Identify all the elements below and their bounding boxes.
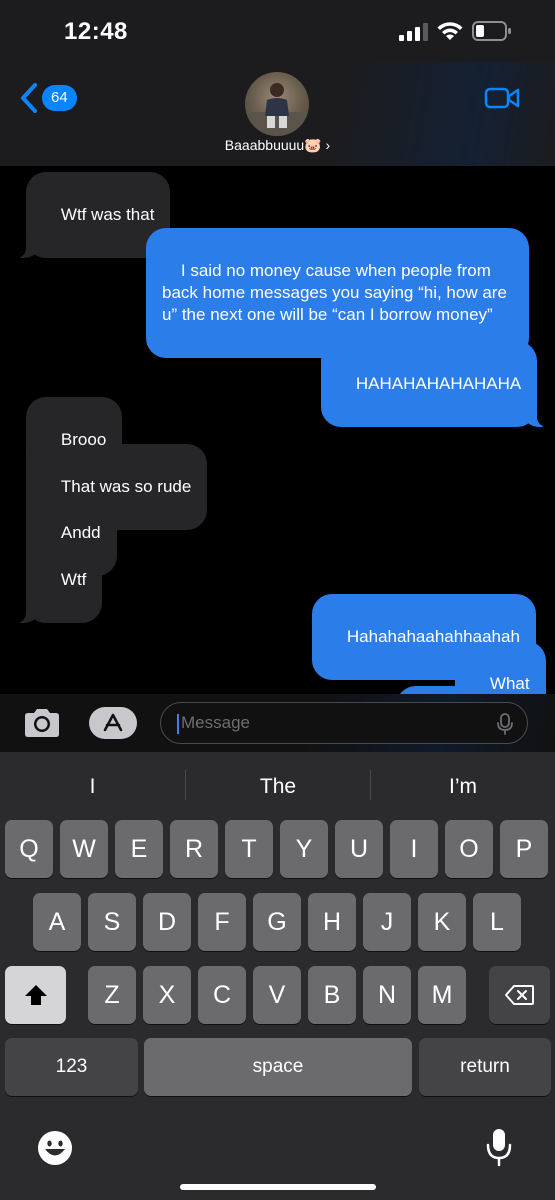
message-text: Brooo xyxy=(60,430,107,449)
backspace-icon xyxy=(504,985,534,1005)
space-key[interactable]: space xyxy=(144,1038,412,1096)
message-input[interactable]: Message xyxy=(160,702,528,744)
key-z[interactable]: Z xyxy=(88,966,136,1024)
key-q[interactable]: Q xyxy=(5,820,53,878)
app-store-button[interactable] xyxy=(89,707,137,739)
key-h[interactable]: H xyxy=(308,893,356,951)
key-d[interactable]: D xyxy=(143,893,191,951)
backspace-key[interactable] xyxy=(489,966,550,1024)
key-k[interactable]: K xyxy=(418,893,466,951)
key-b[interactable]: B xyxy=(308,966,356,1024)
key-r[interactable]: R xyxy=(170,820,218,878)
message-text: I said no money cause when people from b… xyxy=(162,261,512,324)
contact-avatar[interactable] xyxy=(245,72,309,136)
unread-count-badge: 64 xyxy=(42,85,77,111)
key-u[interactable]: U xyxy=(335,820,383,878)
message-thread[interactable]: Wtf was that I said no money cause when … xyxy=(0,166,555,694)
key-v[interactable]: V xyxy=(253,966,301,1024)
camera-icon[interactable] xyxy=(22,708,62,738)
cellular-signal-icon xyxy=(399,23,428,41)
key-m[interactable]: M xyxy=(418,966,466,1024)
message-text: Wtf xyxy=(60,570,87,589)
key-y[interactable]: Y xyxy=(280,820,328,878)
text-caret xyxy=(177,714,179,734)
suggestion-1[interactable]: I xyxy=(0,770,185,804)
numbers-key[interactable]: 123 xyxy=(5,1038,138,1096)
key-n[interactable]: N xyxy=(363,966,411,1024)
message-text: What xyxy=(489,674,530,693)
key-x[interactable]: X xyxy=(143,966,191,1024)
key-l[interactable]: L xyxy=(473,893,521,951)
message-placeholder: Message xyxy=(181,713,250,732)
message-bubble-incoming[interactable]: Wtf xyxy=(0,537,103,623)
conversation-header: 64 Baaabbuuuu🐷 › xyxy=(0,62,555,166)
key-f[interactable]: F xyxy=(198,893,246,951)
contact-name[interactable]: Baaabbuuuu🐷 › xyxy=(0,137,555,154)
message-text: That was so rude xyxy=(60,477,192,496)
message-bubble-outgoing[interactable]: I said no money cause when people from b… xyxy=(146,228,529,358)
return-key[interactable]: return xyxy=(419,1038,551,1096)
status-time: 12:48 xyxy=(64,18,128,45)
key-e[interactable]: E xyxy=(115,820,163,878)
keyboard: I The I’m Q W E R T Y U I O P A S D F G … xyxy=(0,752,555,1200)
key-g[interactable]: G xyxy=(253,893,301,951)
facetime-video-icon[interactable] xyxy=(484,86,520,110)
key-p[interactable]: P xyxy=(500,820,548,878)
key-j[interactable]: J xyxy=(363,893,411,951)
key-w[interactable]: W xyxy=(60,820,108,878)
emoji-icon[interactable] xyxy=(37,1130,73,1166)
message-text: Andd xyxy=(60,523,101,542)
key-s[interactable]: S xyxy=(88,893,136,951)
key-a[interactable]: A xyxy=(33,893,81,951)
home-indicator[interactable] xyxy=(180,1184,376,1190)
key-c[interactable]: C xyxy=(198,966,246,1024)
compose-bar: Message xyxy=(0,694,555,752)
app-store-icon xyxy=(103,713,123,732)
suggestion-3[interactable]: I’m xyxy=(371,770,555,804)
wifi-icon xyxy=(437,22,463,40)
key-t[interactable]: T xyxy=(225,820,273,878)
shift-arrow-icon xyxy=(24,985,47,1005)
shift-key[interactable] xyxy=(5,966,66,1024)
key-i[interactable]: I xyxy=(390,820,438,878)
message-bubble-outgoing[interactable]: HAHAHAHAHAHAHA xyxy=(321,341,555,427)
message-text: Wtf was that xyxy=(60,205,155,224)
suggestion-2[interactable]: The xyxy=(186,770,370,804)
dictation-mic-icon[interactable] xyxy=(486,1127,512,1167)
avatar-photo-icon xyxy=(245,83,309,136)
status-bar: 12:48 xyxy=(0,0,555,62)
back-button[interactable]: 64 xyxy=(18,80,77,116)
dictation-mic-icon[interactable] xyxy=(497,713,513,735)
chevron-left-icon xyxy=(21,83,37,113)
key-o[interactable]: O xyxy=(445,820,493,878)
message-text: HAHAHAHAHAHAHA xyxy=(355,374,522,393)
message-text: Hahahahaahahhaahah xyxy=(346,627,520,646)
battery-icon xyxy=(472,21,511,41)
